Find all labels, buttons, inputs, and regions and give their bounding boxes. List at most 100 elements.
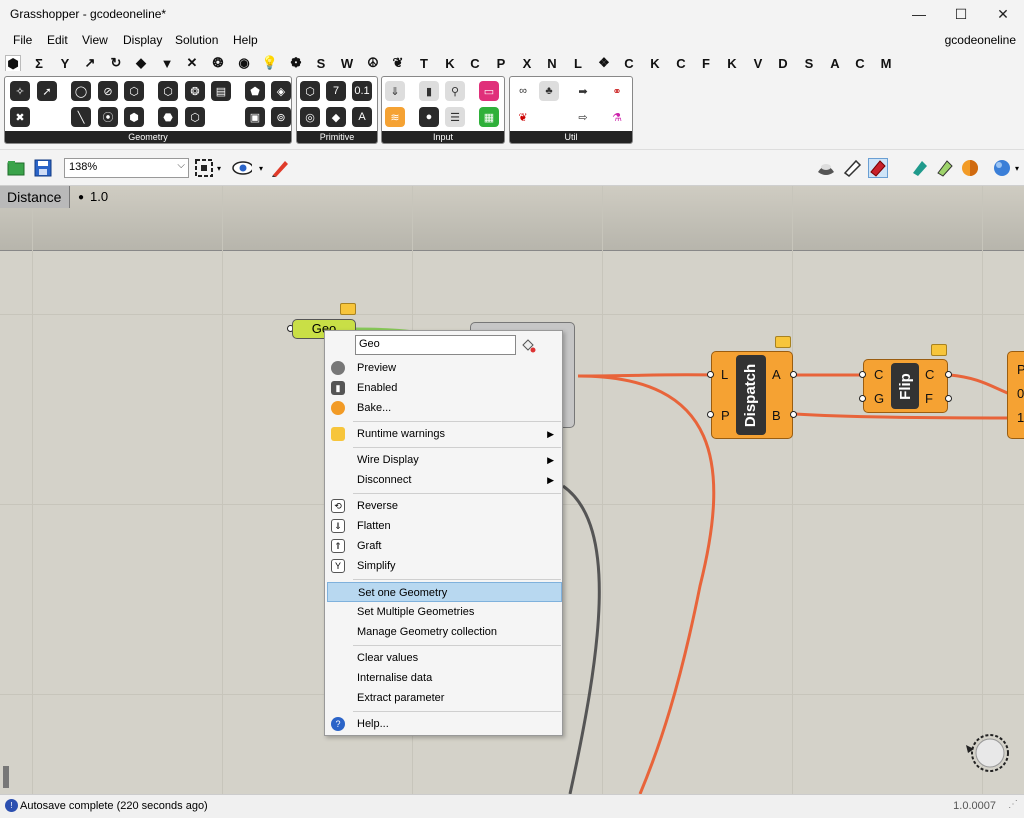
flip-port-g[interactable] xyxy=(859,395,866,402)
tab-maths[interactable]: Σ xyxy=(31,55,47,71)
preview-selected-icon[interactable] xyxy=(868,158,888,178)
boolean-param-icon[interactable]: ⬡ xyxy=(300,81,320,101)
tab-k[interactable]: K xyxy=(442,55,458,71)
chevron-down-icon[interactable]: ▾ xyxy=(1012,158,1022,178)
glasses-icon[interactable]: ∞ xyxy=(513,81,533,101)
dispatch-component[interactable]: L P Dispatch A B xyxy=(711,351,793,439)
rectangle-param-icon[interactable]: ⬢ xyxy=(124,107,144,127)
tab-c2[interactable]: C xyxy=(621,55,637,71)
tab-a[interactable]: A xyxy=(827,55,843,71)
panel-input-icon[interactable]: ⇓ xyxy=(385,81,405,101)
save-file-icon[interactable] xyxy=(33,158,53,178)
text-param-icon[interactable]: A xyxy=(352,107,372,127)
resize-grip-icon[interactable]: ⋰ xyxy=(1008,799,1018,810)
tab-plugin-globe[interactable]: ❁ xyxy=(288,55,304,71)
tab-c4[interactable]: C xyxy=(852,55,868,71)
tab-f[interactable]: F xyxy=(698,55,714,71)
dispatch-port-p[interactable] xyxy=(707,411,714,418)
menu-file[interactable]: File xyxy=(13,33,32,47)
bake-green-icon[interactable] xyxy=(910,158,930,178)
tree-icon[interactable]: ♣ xyxy=(539,81,559,101)
button-input-icon[interactable]: ● xyxy=(419,107,439,127)
flip-port-f[interactable] xyxy=(945,395,952,402)
menu-item-help[interactable]: ? Help... xyxy=(327,714,562,734)
menu-item-graft[interactable]: ⇑ Graft xyxy=(327,536,562,556)
menu-item-reverse[interactable]: ⟲ Reverse xyxy=(327,496,562,516)
tab-c[interactable]: C xyxy=(467,55,483,71)
mesh-param-icon[interactable]: ▤ xyxy=(211,81,231,101)
tab-p[interactable]: P xyxy=(493,55,509,71)
plane-param-icon[interactable]: ▣ xyxy=(245,107,265,127)
tab-k3[interactable]: K xyxy=(724,55,740,71)
tab-n[interactable]: N xyxy=(544,55,560,71)
tab-m[interactable]: M xyxy=(878,55,894,71)
tab-s[interactable]: S xyxy=(313,55,329,71)
tab-intersect[interactable]: ✕ xyxy=(184,55,200,71)
flip-component[interactable]: C G Flip C F xyxy=(863,359,948,413)
minimize-button[interactable]: — xyxy=(898,0,940,28)
paint-bucket-icon[interactable] xyxy=(520,337,538,353)
menu-item-preview[interactable]: Preview xyxy=(327,358,562,378)
close-button[interactable]: ✕ xyxy=(982,0,1024,28)
tab-d[interactable]: D xyxy=(775,55,791,71)
tab-plugin-green[interactable]: ❦ xyxy=(390,55,406,71)
number-param-icon[interactable]: 0.1 xyxy=(352,81,372,101)
tab-curve[interactable]: ↻ xyxy=(108,55,124,71)
geometry-param-icon[interactable]: ✧ xyxy=(10,81,30,101)
graph-mapper-icon[interactable]: ≋ xyxy=(385,107,405,127)
chevron-down-icon[interactable]: ▾ xyxy=(256,158,266,178)
menu-item-extract-parameter[interactable]: Extract parameter xyxy=(327,688,562,708)
surface-param-icon[interactable]: ⬣ xyxy=(158,107,178,127)
data-input-icon[interactable]: ➡ xyxy=(573,81,593,101)
menu-item-disconnect[interactable]: Disconnect ▶ xyxy=(327,470,562,490)
preview-shaded-icon[interactable] xyxy=(842,158,862,178)
mesh-settings-icon[interactable] xyxy=(935,158,955,178)
tab-w[interactable]: W xyxy=(339,55,355,71)
field-param-icon[interactable]: ⬟ xyxy=(245,81,265,101)
tab-sets[interactable]: Y xyxy=(57,55,73,71)
tab-l[interactable]: L xyxy=(570,55,586,71)
colour-swatch-icon[interactable]: ▦ xyxy=(479,107,499,127)
integer-param-icon[interactable]: 7 xyxy=(326,81,346,101)
curve-param-icon[interactable]: ⊘ xyxy=(98,81,118,101)
menu-item-flatten[interactable]: ⇓ Flatten xyxy=(327,516,562,536)
menu-view[interactable]: View xyxy=(82,33,108,47)
gradient-icon[interactable]: ▭ xyxy=(479,81,499,101)
tab-plugin-gem[interactable]: ❖ xyxy=(596,55,612,71)
line-param-icon[interactable]: ╲ xyxy=(71,107,91,127)
preview-wireframe-icon[interactable] xyxy=(816,158,836,178)
tab-c3[interactable]: C xyxy=(673,55,689,71)
navigation-compass-icon[interactable] xyxy=(964,729,1012,777)
menu-item-simplify[interactable]: Y Simplify xyxy=(327,556,562,576)
tab-plugin-peace[interactable]: ☮ xyxy=(365,55,381,71)
orange-sphere-icon[interactable] xyxy=(960,158,980,178)
tab-s2[interactable]: S xyxy=(801,55,817,71)
flip-port-c-out[interactable] xyxy=(945,371,952,378)
toggle-icon[interactable]: ▮ xyxy=(419,81,439,101)
menu-item-internalise-data[interactable]: Internalise data xyxy=(327,668,562,688)
tab-t[interactable]: T xyxy=(416,55,432,71)
arc-param-icon[interactable]: ⬡ xyxy=(124,81,144,101)
flip-port-c-in[interactable] xyxy=(859,371,866,378)
zoom-select[interactable]: 138% ⌵ xyxy=(64,158,189,178)
param-name-field[interactable]: Geo xyxy=(355,335,516,355)
brep-param-icon[interactable]: ❂ xyxy=(185,81,205,101)
twisted-box-param-icon[interactable]: ⬡ xyxy=(185,107,205,127)
vector-param-icon[interactable]: ➚ xyxy=(37,81,57,101)
sketch-pen-icon[interactable] xyxy=(270,158,290,178)
menu-item-wire-display[interactable]: Wire Display ▶ xyxy=(327,450,562,470)
zoom-extents-icon[interactable] xyxy=(194,158,214,178)
chevron-down-icon[interactable]: ▾ xyxy=(214,158,224,178)
tab-plugin-bulb[interactable]: 💡 xyxy=(262,55,278,71)
menu-item-set-multiple-geometries[interactable]: Set Multiple Geometries xyxy=(327,602,562,622)
tab-x[interactable]: X xyxy=(519,55,535,71)
menu-display[interactable]: Display xyxy=(123,33,162,47)
menu-item-clear-values[interactable]: Clear values xyxy=(327,648,562,668)
tab-vector[interactable]: ↗ xyxy=(82,55,98,71)
box-param-icon[interactable]: ⬡ xyxy=(158,81,178,101)
blue-sphere-icon[interactable] xyxy=(992,158,1012,178)
menu-solution[interactable]: Solution xyxy=(175,33,218,47)
open-file-icon[interactable] xyxy=(6,158,26,178)
preview-eye-icon[interactable] xyxy=(232,158,252,178)
slider-icon[interactable]: ⚲ xyxy=(445,81,465,101)
